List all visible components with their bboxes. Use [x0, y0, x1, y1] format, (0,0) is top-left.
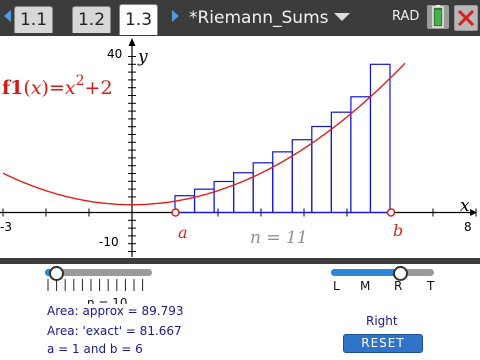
function-label[interactable]: f1(x)=x2+2: [2, 73, 113, 99]
function-name: f1: [2, 77, 23, 99]
area-exact-text: Area: 'exact' = 81.667: [47, 324, 182, 338]
function-var: x: [31, 77, 42, 99]
function-exponent: 2: [76, 73, 85, 89]
next-page-arrow-icon[interactable]: [172, 10, 179, 22]
graph-area[interactable]: -3 8 40 -10 x y a b n = 11 f1(x)=x2+2: [0, 36, 480, 258]
x-max-label: 8: [464, 220, 472, 234]
function-expression: =x: [49, 77, 76, 99]
rule-option-trapezoid: T: [427, 279, 435, 293]
endpoint-b-marker[interactable]: [386, 208, 396, 217]
rule-option-midpoint: M: [360, 279, 371, 293]
x-min-label: -3: [0, 220, 12, 234]
chevron-down-icon[interactable]: [334, 13, 350, 21]
reset-button[interactable]: RESET: [343, 334, 423, 353]
angle-mode-indicator: RAD: [392, 9, 420, 24]
x-axis-label: x: [460, 196, 470, 216]
rule-slider-fill: [331, 269, 400, 276]
endpoint-a-marker[interactable]: [171, 208, 180, 217]
previous-page-arrow-icon[interactable]: [4, 10, 11, 22]
n-slider-ticks: [47, 279, 144, 291]
tab-1-2[interactable]: 1.2: [72, 6, 111, 33]
battery-icon: [427, 5, 449, 29]
tab-1-1[interactable]: 1.1: [14, 6, 53, 33]
function-tail: +2: [85, 77, 113, 99]
y-axis-label: y: [137, 47, 148, 67]
rule-option-left: L: [333, 279, 340, 293]
function-paren-open: (: [23, 77, 30, 99]
a-label: a: [178, 223, 188, 242]
function-paren-close: ): [42, 77, 49, 99]
b-label: b: [393, 221, 403, 240]
tab-bar: 1.1 1.2 1.3 *Riemann_Sums RAD: [0, 0, 480, 36]
rule-option-right: R: [394, 279, 403, 293]
n-count-label: n = 11: [250, 228, 308, 248]
rule-name: Right: [366, 314, 398, 328]
document-title[interactable]: *Riemann_Sums: [189, 6, 329, 30]
area-approx-text: Area: approx = 89.793: [47, 304, 184, 318]
interval-text: a = 1 and b = 6: [47, 342, 143, 356]
tab-1-3[interactable]: 1.3: [119, 4, 158, 35]
close-icon[interactable]: [454, 5, 478, 31]
y-max-label: 40: [107, 47, 122, 61]
y-min-label: -10: [99, 235, 119, 249]
